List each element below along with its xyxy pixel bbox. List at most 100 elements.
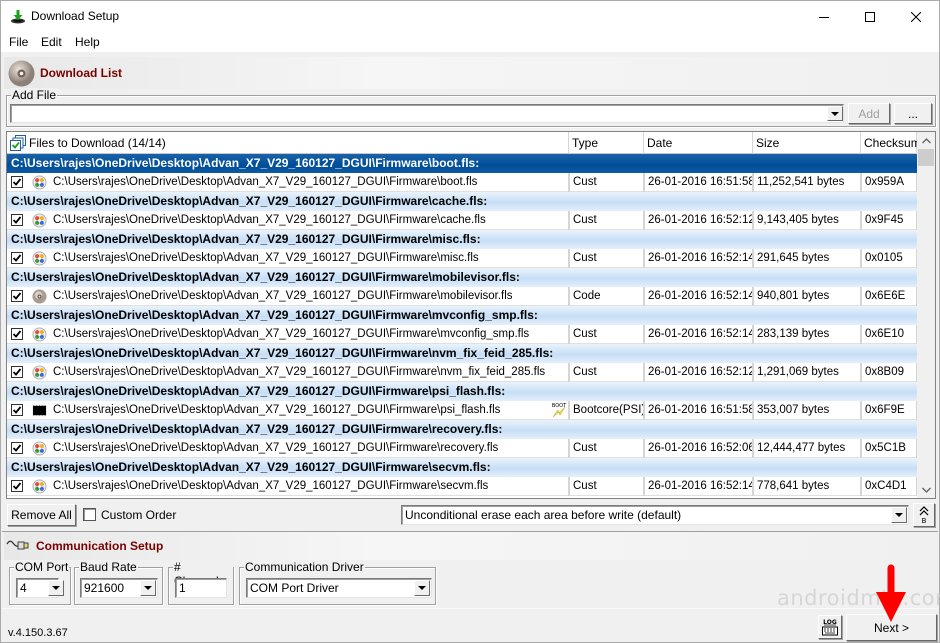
file-row[interactable]: C:\Users\rajes\OneDrive\Desktop\Advan_X7…	[7, 363, 917, 382]
file-group-header[interactable]: C:\Users\rajes\OneDrive\Desktop\Advan_X7…	[7, 306, 917, 325]
com-port-dropdown-button[interactable]	[48, 580, 64, 596]
column-checksum[interactable]: Checksum	[861, 132, 921, 154]
file-checksum: 0x5C1B	[861, 439, 917, 458]
file-group-header[interactable]: C:\Users\rajes\OneDrive\Desktop\Advan_X7…	[7, 192, 917, 211]
remove-all-button[interactable]: Remove All	[7, 504, 76, 526]
file-name-cell: C:\Users\rajes\OneDrive\Desktop\Advan_X7…	[7, 401, 569, 420]
column-type[interactable]: Type	[569, 132, 644, 154]
communication-driver-dropdown-button[interactable]	[414, 580, 430, 596]
file-type: Cust	[569, 325, 644, 344]
file-date: 26-01-2016 16:51:58	[644, 173, 753, 192]
communication-driver-select[interactable]: COM Port Driver	[246, 578, 432, 598]
log-button[interactable]: LOG	[818, 615, 842, 639]
column-size[interactable]: Size	[753, 132, 861, 154]
add-file-dropdown-button[interactable]	[827, 106, 843, 121]
file-date: 26-01-2016 16:52:14	[644, 325, 753, 344]
baud-rate-dropdown-button[interactable]	[140, 580, 156, 596]
file-group-header[interactable]: C:\Users\rajes\OneDrive\Desktop\Advan_X7…	[7, 268, 917, 287]
file-size: 1,291,069 bytes	[753, 363, 861, 382]
file-path: C:\Users\rajes\OneDrive\Desktop\Advan_X7…	[53, 328, 530, 340]
close-button[interactable]	[893, 1, 939, 32]
file-name-cell: C:\Users\rajes\OneDrive\Desktop\Advan_X7…	[7, 477, 569, 496]
menu-file[interactable]: File	[9, 35, 28, 49]
file-checkbox[interactable]	[11, 366, 23, 378]
file-row[interactable]: C:\Users\rajes\OneDrive\Desktop\Advan_X7…	[7, 287, 917, 306]
files-list: Files to Download (14/14) Type Date Size…	[6, 131, 936, 499]
file-group-header[interactable]: C:\Users\rajes\OneDrive\Desktop\Advan_X7…	[7, 344, 917, 363]
download-setup-window: Download Setup File Edit Help Download L…	[0, 0, 940, 643]
file-checkbox[interactable]	[11, 290, 23, 302]
file-checkbox[interactable]	[11, 214, 23, 226]
file-group-header[interactable]: C:\Users\rajes\OneDrive\Desktop\Advan_X7…	[7, 458, 917, 477]
file-date: 26-01-2016 16:52:12	[644, 211, 753, 230]
colorwheel-file-icon	[32, 175, 47, 190]
custom-order-checkbox[interactable]	[83, 508, 96, 521]
scroll-down-button[interactable]	[917, 481, 935, 498]
file-checksum: 0x9F45	[861, 211, 917, 230]
close-icon	[911, 11, 921, 22]
disc-file-icon	[32, 289, 47, 304]
file-row[interactable]: C:\Users\rajes\OneDrive\Desktop\Advan_X7…	[7, 249, 917, 268]
maximize-button[interactable]	[847, 1, 893, 32]
svg-text:B: B	[922, 517, 927, 524]
file-type: Cust	[569, 363, 644, 382]
file-path: C:\Users\rajes\OneDrive\Desktop\Advan_X7…	[53, 404, 501, 416]
file-group-header[interactable]: C:\Users\rajes\OneDrive\Desktop\Advan_X7…	[7, 420, 917, 439]
file-checkbox[interactable]	[11, 404, 23, 416]
file-checkbox[interactable]	[11, 176, 23, 188]
file-group-header[interactable]: C:\Users\rajes\OneDrive\Desktop\Advan_X7…	[7, 230, 917, 249]
channels-input[interactable]: 1	[175, 578, 227, 598]
file-row[interactable]: C:\Users\rajes\OneDrive\Desktop\Advan_X7…	[7, 439, 917, 458]
check-all-icon[interactable]	[10, 135, 26, 151]
file-checkbox[interactable]	[11, 328, 23, 340]
chevron-down-icon	[831, 111, 839, 116]
erase-mode-dropdown-button[interactable]	[891, 507, 907, 523]
file-row[interactable]: C:\Users\rajes\OneDrive\Desktop\Advan_X7…	[7, 173, 917, 192]
chip-file-icon	[32, 404, 47, 417]
file-row[interactable]: C:\Users\rajes\OneDrive\Desktop\Advan_X7…	[7, 325, 917, 344]
menu-edit[interactable]: Edit	[41, 35, 62, 49]
file-name-cell: C:\Users\rajes\OneDrive\Desktop\Advan_X7…	[7, 211, 569, 230]
erase-mode-select[interactable]: Unconditional erase each area before wri…	[401, 505, 909, 525]
add-file-input[interactable]	[10, 104, 844, 123]
file-group-header[interactable]: C:\Users\rajes\OneDrive\Desktop\Advan_X7…	[7, 382, 917, 401]
file-path: C:\Users\rajes\OneDrive\Desktop\Advan_X7…	[53, 290, 513, 302]
download-list-header: Download List	[4, 57, 938, 89]
file-type: Cust	[569, 439, 644, 458]
file-path: C:\Users\rajes\OneDrive\Desktop\Advan_X7…	[53, 442, 499, 454]
file-size: 11,252,541 bytes	[753, 173, 861, 192]
browse-button[interactable]: ...	[894, 103, 932, 124]
file-row[interactable]: C:\Users\rajes\OneDrive\Desktop\Advan_X7…	[7, 211, 917, 230]
file-checkbox[interactable]	[11, 480, 23, 492]
baud-rate-label: Baud Rate	[79, 560, 138, 574]
add-button[interactable]: Add	[848, 103, 890, 124]
file-row[interactable]: C:\Users\rajes\OneDrive\Desktop\Advan_X7…	[7, 401, 917, 420]
file-date: 26-01-2016 16:51:58	[644, 401, 753, 420]
column-date[interactable]: Date	[644, 132, 753, 154]
file-row[interactable]: C:\Users\rajes\OneDrive\Desktop\Advan_X7…	[7, 477, 917, 496]
column-files[interactable]: Files to Download (14/14)	[7, 132, 569, 154]
scroll-up-button[interactable]	[917, 132, 935, 149]
file-date: 26-01-2016 16:52:14	[644, 249, 753, 268]
file-checkbox[interactable]	[11, 252, 23, 264]
sort-ab-button[interactable]: B	[913, 503, 935, 527]
menu-help[interactable]: Help	[75, 35, 100, 49]
file-size: 9,143,405 bytes	[753, 211, 861, 230]
serial-cable-icon	[6, 540, 29, 550]
file-checksum: 0x959A	[861, 173, 917, 192]
file-path: C:\Users\rajes\OneDrive\Desktop\Advan_X7…	[53, 252, 479, 264]
cd-disc-icon	[8, 60, 35, 87]
vertical-scrollbar[interactable]	[917, 132, 935, 498]
red-arrow-annotation	[876, 564, 906, 622]
scroll-thumb[interactable]	[918, 149, 934, 166]
file-type: Cust	[569, 173, 644, 192]
minimize-button[interactable]	[801, 1, 847, 32]
file-group-header[interactable]: C:\Users\rajes\OneDrive\Desktop\Advan_X7…	[7, 154, 917, 173]
chevron-down-icon	[418, 586, 426, 590]
file-name-cell: C:\Users\rajes\OneDrive\Desktop\Advan_X7…	[7, 325, 569, 344]
download-app-icon	[11, 10, 25, 24]
communication-driver-label: Communication Driver	[244, 560, 365, 574]
add-file-label: Add File	[11, 88, 58, 102]
file-checkbox[interactable]	[11, 442, 23, 454]
file-size: 12,444,477 bytes	[753, 439, 861, 458]
